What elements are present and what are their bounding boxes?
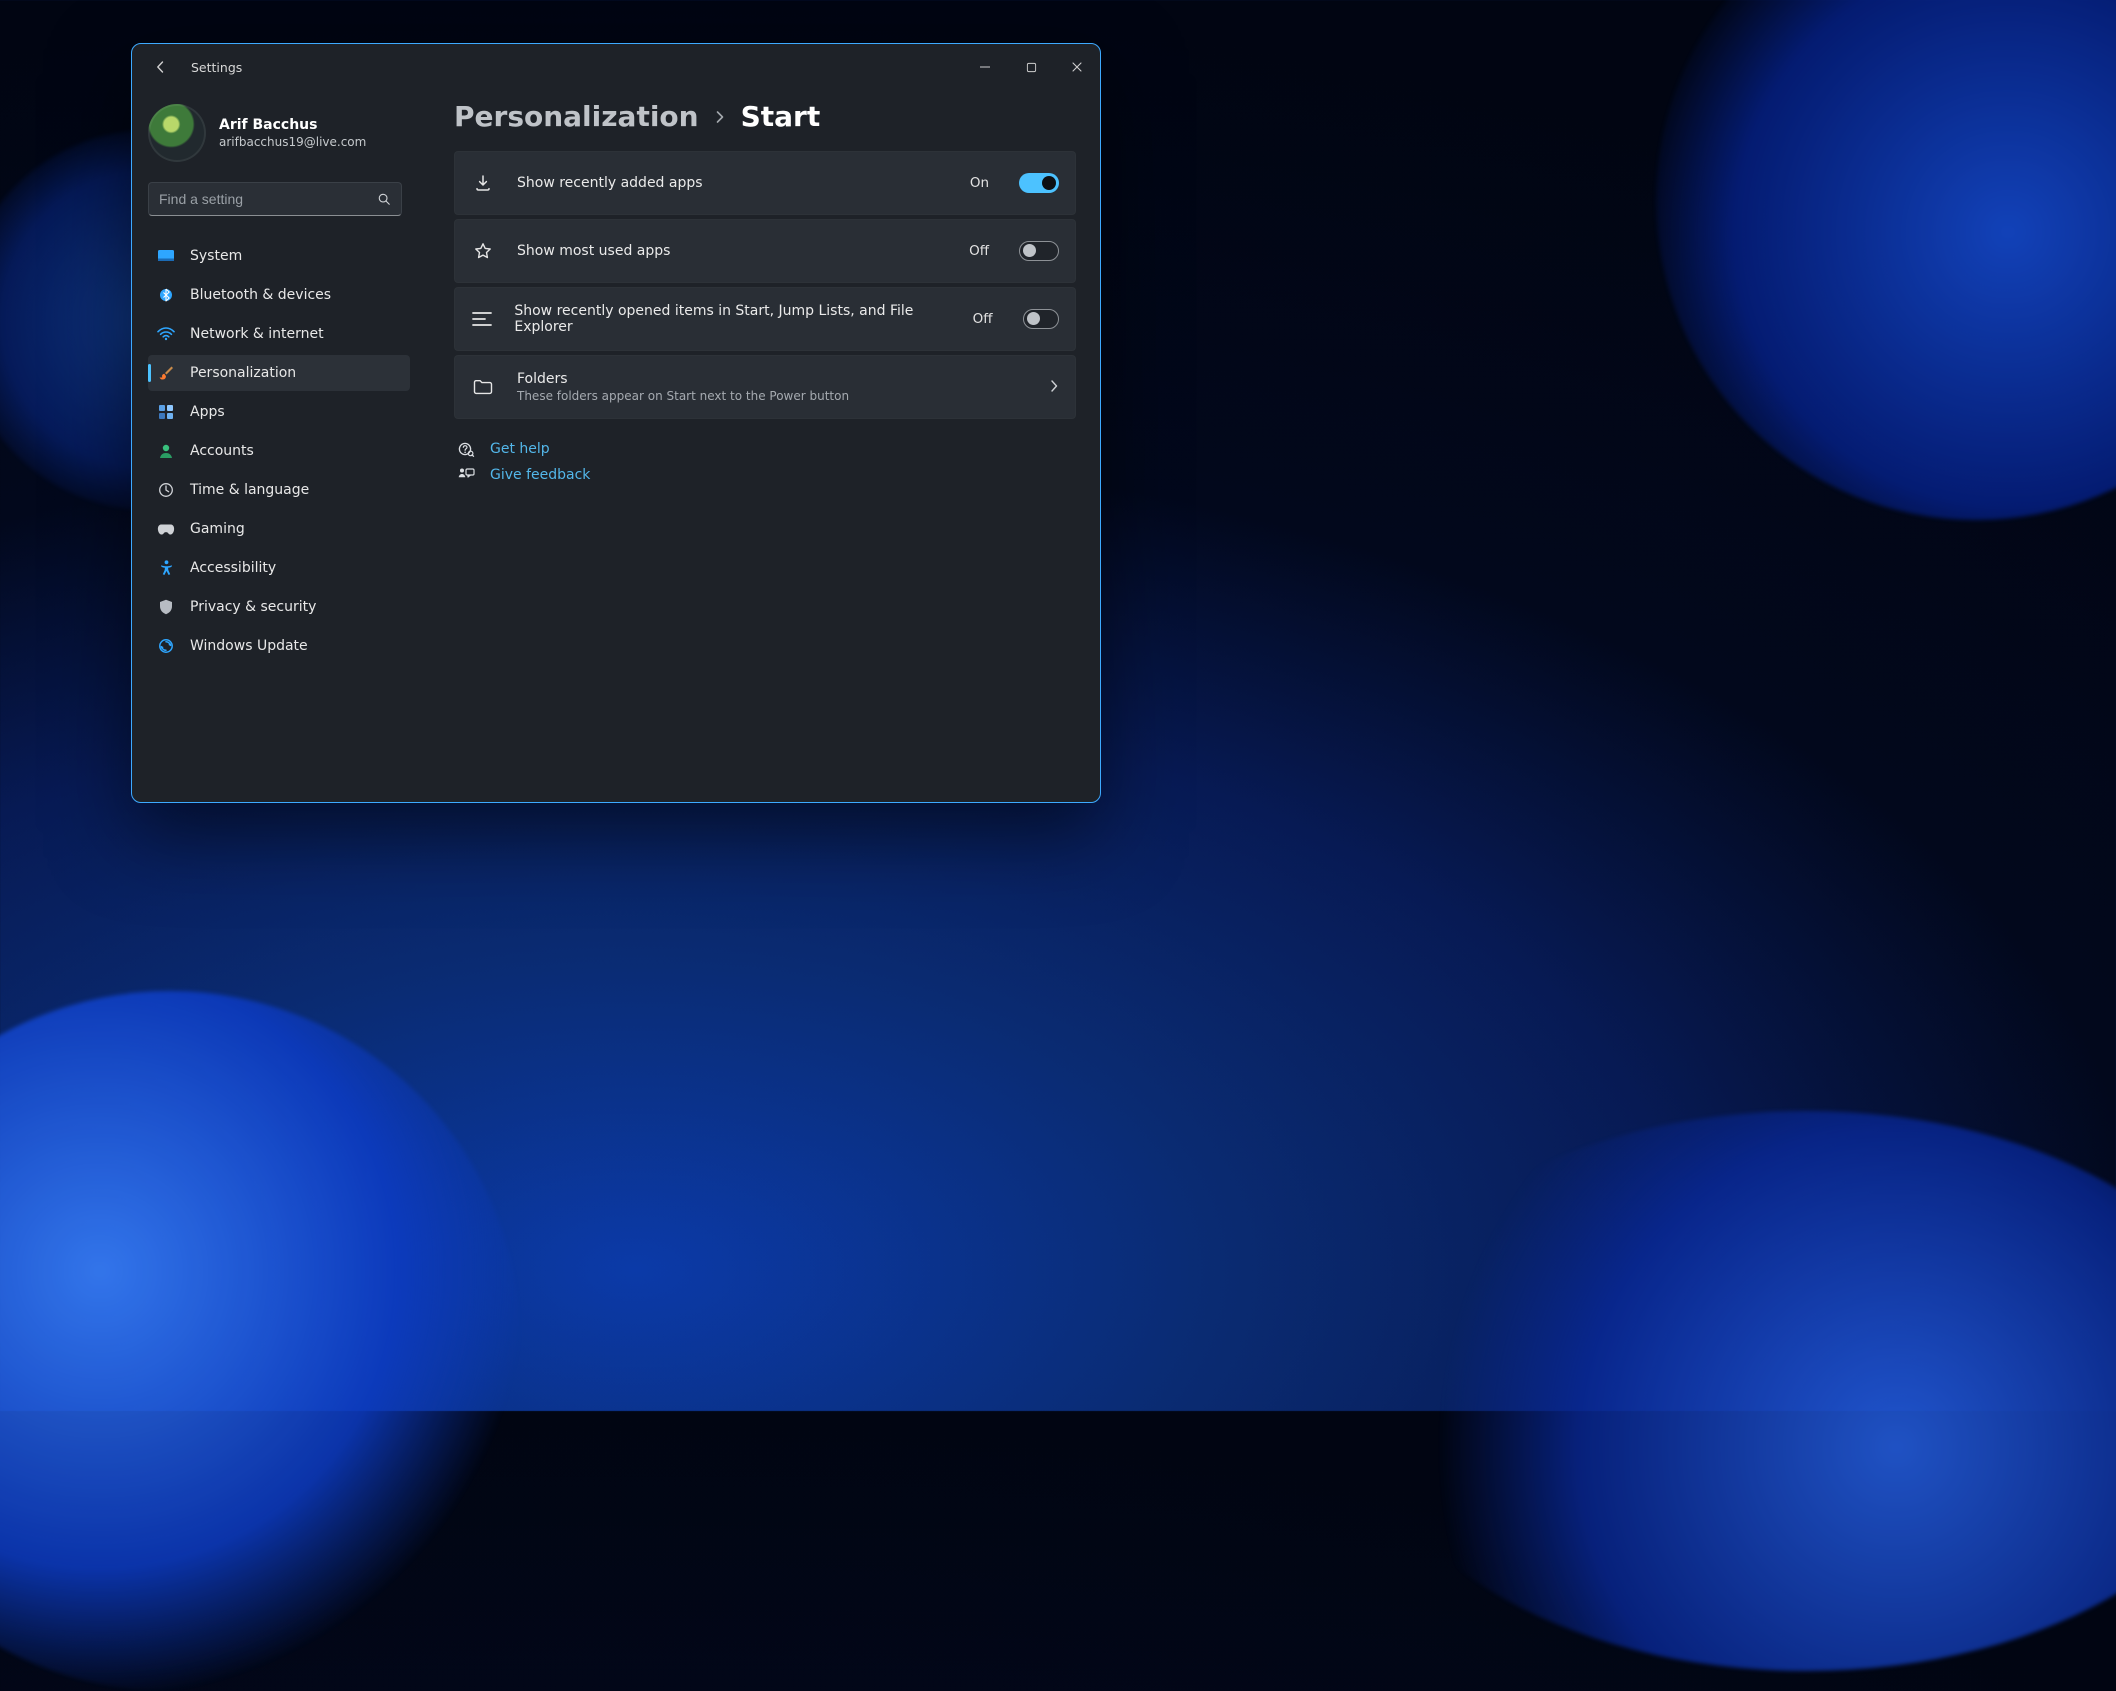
minimize-icon — [979, 61, 991, 73]
download-icon — [469, 173, 497, 193]
maximize-button[interactable] — [1008, 48, 1054, 86]
help-link-label: Get help — [490, 441, 550, 457]
sidebar-item-network[interactable]: Network & internet — [148, 316, 410, 352]
sidebar-item-label: Gaming — [190, 521, 245, 537]
nav: System Bluetooth & devices Network & int… — [148, 238, 410, 664]
toggle-state-text: Off — [969, 243, 989, 259]
sidebar-item-windows-update[interactable]: Windows Update — [148, 628, 410, 664]
sidebar-item-system[interactable]: System — [148, 238, 410, 274]
display-icon — [157, 247, 175, 265]
avatar — [148, 104, 206, 162]
maximize-icon — [1026, 62, 1037, 73]
sidebar: Arif Bacchus arifbacchus19@live.com Syst… — [132, 90, 422, 802]
toggle-state-text: On — [970, 175, 989, 191]
toggle-show-recent-items[interactable] — [1023, 309, 1059, 329]
sidebar-item-accounts[interactable]: Accounts — [148, 433, 410, 469]
settings-window: Settings Arif Bacchus arifbacchus19@live… — [131, 43, 1101, 803]
star-icon — [469, 241, 497, 261]
window-title: Settings — [191, 60, 242, 75]
toggle-show-recently-added[interactable] — [1019, 173, 1059, 193]
clock-globe-icon — [157, 481, 175, 499]
window-controls — [962, 48, 1100, 86]
help-icon — [456, 441, 476, 457]
setting-show-recent-items[interactable]: Show recently opened items in Start, Jum… — [454, 287, 1076, 351]
setting-folders[interactable]: Folders These folders appear on Start ne… — [454, 355, 1076, 419]
sidebar-item-accessibility[interactable]: Accessibility — [148, 550, 410, 586]
breadcrumb: Personalization Start — [454, 96, 1076, 151]
sidebar-item-label: Accessibility — [190, 560, 276, 576]
sidebar-item-label: Apps — [190, 404, 225, 420]
minimize-button[interactable] — [962, 48, 1008, 86]
shield-icon — [157, 598, 175, 616]
feedback-icon — [456, 467, 476, 483]
sidebar-item-gaming[interactable]: Gaming — [148, 511, 410, 547]
person-icon — [157, 442, 175, 460]
chevron-right-icon — [1049, 378, 1059, 397]
back-arrow-icon — [153, 59, 169, 75]
setting-label: Show recently opened items in Start, Jum… — [514, 303, 932, 335]
breadcrumb-current: Start — [741, 100, 821, 133]
sidebar-item-label: Privacy & security — [190, 599, 316, 615]
breadcrumb-parent[interactable]: Personalization — [454, 100, 699, 133]
accessibility-icon — [157, 559, 175, 577]
back-button[interactable] — [145, 51, 177, 83]
sidebar-item-time-language[interactable]: Time & language — [148, 472, 410, 508]
search-icon — [375, 192, 393, 206]
setting-label: Show recently added apps — [517, 175, 703, 191]
sidebar-item-label: Windows Update — [190, 638, 308, 654]
paintbrush-icon — [157, 364, 175, 382]
user-account-row[interactable]: Arif Bacchus arifbacchus19@live.com — [148, 98, 410, 170]
setting-sublabel: These folders appear on Start next to th… — [517, 389, 849, 403]
sidebar-item-label: Network & internet — [190, 326, 324, 342]
sidebar-item-label: Personalization — [190, 365, 296, 381]
setting-label: Folders — [517, 371, 849, 387]
chevron-right-icon — [713, 109, 727, 125]
close-button[interactable] — [1054, 48, 1100, 86]
setting-show-most-used[interactable]: Show most used apps Off — [454, 219, 1076, 283]
sidebar-item-label: Time & language — [190, 482, 309, 498]
sidebar-item-label: Accounts — [190, 443, 254, 459]
titlebar: Settings — [132, 44, 1100, 90]
update-icon — [157, 637, 175, 655]
close-icon — [1071, 61, 1083, 73]
give-feedback-link[interactable]: Give feedback — [456, 467, 1076, 483]
apps-icon — [157, 403, 175, 421]
search-input[interactable] — [159, 191, 375, 207]
sidebar-item-privacy[interactable]: Privacy & security — [148, 589, 410, 625]
toggle-show-most-used[interactable] — [1019, 241, 1059, 261]
folder-icon — [469, 378, 497, 396]
feedback-link-label: Give feedback — [490, 467, 590, 483]
search-box[interactable] — [148, 182, 402, 216]
sidebar-item-label: System — [190, 248, 242, 264]
toggle-state-text: Off — [973, 311, 993, 327]
setting-show-recently-added[interactable]: Show recently added apps On — [454, 151, 1076, 215]
gamepad-icon — [157, 520, 175, 538]
main-panel: Personalization Start Show recently adde… — [422, 90, 1100, 802]
wifi-icon — [157, 325, 175, 343]
get-help-link[interactable]: Get help — [456, 441, 1076, 457]
sidebar-item-personalization[interactable]: Personalization — [148, 355, 410, 391]
sidebar-item-apps[interactable]: Apps — [148, 394, 410, 430]
user-name: Arif Bacchus — [219, 117, 366, 135]
sidebar-item-label: Bluetooth & devices — [190, 287, 331, 303]
bluetooth-icon — [157, 286, 175, 304]
list-icon — [469, 310, 494, 328]
user-email: arifbacchus19@live.com — [219, 135, 366, 149]
setting-label: Show most used apps — [517, 243, 670, 259]
sidebar-item-bluetooth[interactable]: Bluetooth & devices — [148, 277, 410, 313]
